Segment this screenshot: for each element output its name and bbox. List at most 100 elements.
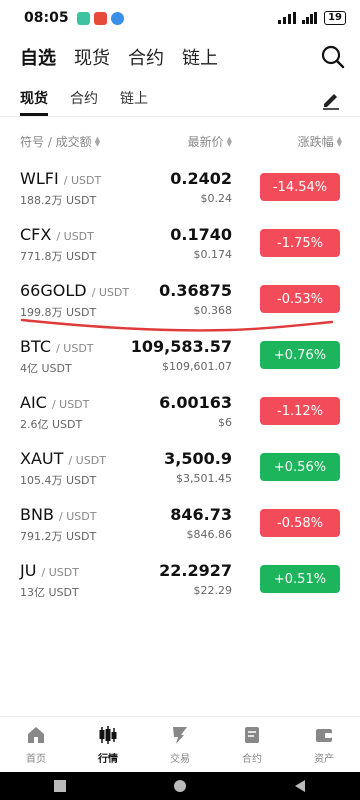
last-price: 0.2402 <box>170 169 232 188</box>
volume: 4亿 USDT <box>20 362 72 375</box>
market-row[interactable]: AIC / USDT 2.6亿 USDT 6.00163 $6 -1.12% <box>0 384 360 440</box>
subtab-futures[interactable]: 合约 <box>70 88 98 114</box>
pair-symbol: WLFI / USDT <box>20 169 101 188</box>
nav-markets[interactable]: 行情 <box>72 717 144 772</box>
market-list: WLFI / USDT 188.2万 USDT 0.2402 $0.24 -14… <box>0 160 360 608</box>
volume: 771.8万 USDT <box>20 250 97 263</box>
pair-symbol: 66GOLD / USDT <box>20 281 129 300</box>
quote-symbol: / USDT <box>63 174 102 187</box>
market-row[interactable]: CFX / USDT 771.8万 USDT 0.1740 $0.174 -1.… <box>0 216 360 272</box>
base-symbol: XAUT <box>20 449 64 468</box>
volume: 199.8万 USDT <box>20 306 97 319</box>
usd-price: $3,501.45 <box>176 472 232 485</box>
tab-futures[interactable]: 合约 <box>128 44 164 70</box>
last-price: 0.1740 <box>170 225 232 244</box>
signal-icon <box>278 12 297 24</box>
last-price: 109,583.57 <box>130 337 232 356</box>
contract-icon <box>245 727 259 743</box>
pair-symbol: AIC / USDT <box>20 393 89 412</box>
battery-icon: 19 <box>324 11 346 25</box>
sort-icon: ▲ ▼ <box>226 134 232 148</box>
tab-divider <box>0 116 360 117</box>
change-header-label: 涨跌幅 <box>297 135 334 149</box>
home-button-icon[interactable] <box>173 779 187 793</box>
usd-price: $0.174 <box>193 248 233 261</box>
volume: 13亿 USDT <box>20 586 79 599</box>
usd-price: $0.24 <box>200 192 233 205</box>
sort-change-header[interactable]: 涨跌幅 ▲ ▼ <box>298 133 342 150</box>
change-badge[interactable]: -0.58% <box>260 509 340 537</box>
change-badge[interactable]: +0.51% <box>260 565 340 593</box>
price-header-label: 最新价 <box>187 135 224 149</box>
tab-spot[interactable]: 现货 <box>74 44 110 70</box>
bottom-nav: 首页 行情 交易 合约 资产 <box>0 716 360 772</box>
subtab-onchain[interactable]: 链上 <box>120 88 148 114</box>
sort-symbol-header[interactable]: 符号 / 成交额 ▲ ▼ <box>20 133 100 150</box>
top-tabs: 自选 现货 合约 链上 <box>20 44 218 70</box>
sort-icon: ▲ ▼ <box>94 134 101 148</box>
pair-symbol: BNB / USDT <box>20 505 96 524</box>
tab-favorites[interactable]: 自选 <box>20 44 56 70</box>
base-symbol: CFX <box>20 225 52 244</box>
nav-label: 资产 <box>314 754 334 765</box>
usd-price: $846.86 <box>186 528 233 541</box>
quote-symbol: / USDT <box>91 286 130 299</box>
last-price: 22.2927 <box>159 561 232 580</box>
column-headers: 符号 / 成交额 ▲ ▼ 最新价 ▲ ▼ 涨跌幅 ▲ ▼ <box>20 133 342 153</box>
nav-label: 首页 <box>26 754 46 765</box>
sort-price-header[interactable]: 最新价 ▲ ▼ <box>188 133 232 150</box>
last-price: 6.00163 <box>159 393 232 412</box>
app-notification-icon <box>93 11 107 25</box>
back-icon[interactable] <box>293 779 307 793</box>
change-badge[interactable]: -1.12% <box>260 397 340 425</box>
nav-label: 交易 <box>170 754 190 765</box>
market-row[interactable]: JU / USDT 13亿 USDT 22.2927 $22.29 +0.51% <box>0 552 360 608</box>
base-symbol: JU <box>20 561 37 580</box>
quote-symbol: / USDT <box>56 342 94 355</box>
change-badge[interactable]: -1.75% <box>260 229 340 257</box>
quote-symbol: / USDT <box>51 398 90 411</box>
nav-label: 行情 <box>98 754 118 765</box>
status-indicators: 19 <box>278 11 346 25</box>
market-row[interactable]: WLFI / USDT 188.2万 USDT 0.2402 $0.24 -14… <box>0 160 360 216</box>
change-badge[interactable]: -14.54% <box>260 173 340 201</box>
usd-price: $22.29 <box>193 584 233 597</box>
base-symbol: BNB <box>20 505 54 524</box>
quote-symbol: / USDT <box>41 566 79 579</box>
home-icon <box>28 727 44 743</box>
market-row[interactable]: BNB / USDT 791.2万 USDT 846.73 $846.86 -0… <box>0 496 360 552</box>
usd-price: $6 <box>218 416 232 429</box>
pair-symbol: BTC / USDT <box>20 337 94 356</box>
nav-assets[interactable]: 资产 <box>288 717 360 772</box>
market-row[interactable]: XAUT / USDT 105.4万 USDT 3,500.9 $3,501.4… <box>0 440 360 496</box>
quote-symbol: / USDT <box>56 230 94 243</box>
change-badge[interactable]: +0.56% <box>260 453 340 481</box>
volume: 2.6亿 USDT <box>20 418 83 431</box>
signal-icon <box>302 12 318 24</box>
trade-icon <box>173 727 187 744</box>
market-row[interactable]: 66GOLD / USDT 199.8万 USDT 0.36875 $0.368… <box>0 272 360 328</box>
nav-trade[interactable]: 交易 <box>144 717 216 772</box>
recent-apps-icon[interactable] <box>53 779 67 793</box>
app-notification-icon <box>110 11 124 25</box>
search-icon[interactable] <box>320 44 346 70</box>
sort-icon: ▲ ▼ <box>336 134 342 148</box>
status-bar: 08:05 19 <box>0 0 360 36</box>
candlestick-icon <box>99 726 117 744</box>
app-notification-icon <box>76 11 90 25</box>
nav-futures[interactable]: 合约 <box>216 717 288 772</box>
last-price: 0.36875 <box>159 281 232 300</box>
market-row[interactable]: BTC / USDT 4亿 USDT 109,583.57 $109,601.0… <box>0 328 360 384</box>
sub-tabs: 现货 合约 链上 <box>20 88 148 116</box>
subtab-spot[interactable]: 现货 <box>20 88 48 116</box>
last-price: 3,500.9 <box>164 449 232 468</box>
volume: 791.2万 USDT <box>20 530 97 543</box>
status-app-icons <box>76 11 124 25</box>
tab-onchain[interactable]: 链上 <box>182 44 218 70</box>
edit-icon[interactable] <box>320 88 342 110</box>
change-badge[interactable]: -0.53% <box>260 285 340 313</box>
quote-symbol: / USDT <box>59 510 97 523</box>
nav-home[interactable]: 首页 <box>0 717 72 772</box>
pair-symbol: XAUT / USDT <box>20 449 106 468</box>
change-badge[interactable]: +0.76% <box>260 341 340 369</box>
